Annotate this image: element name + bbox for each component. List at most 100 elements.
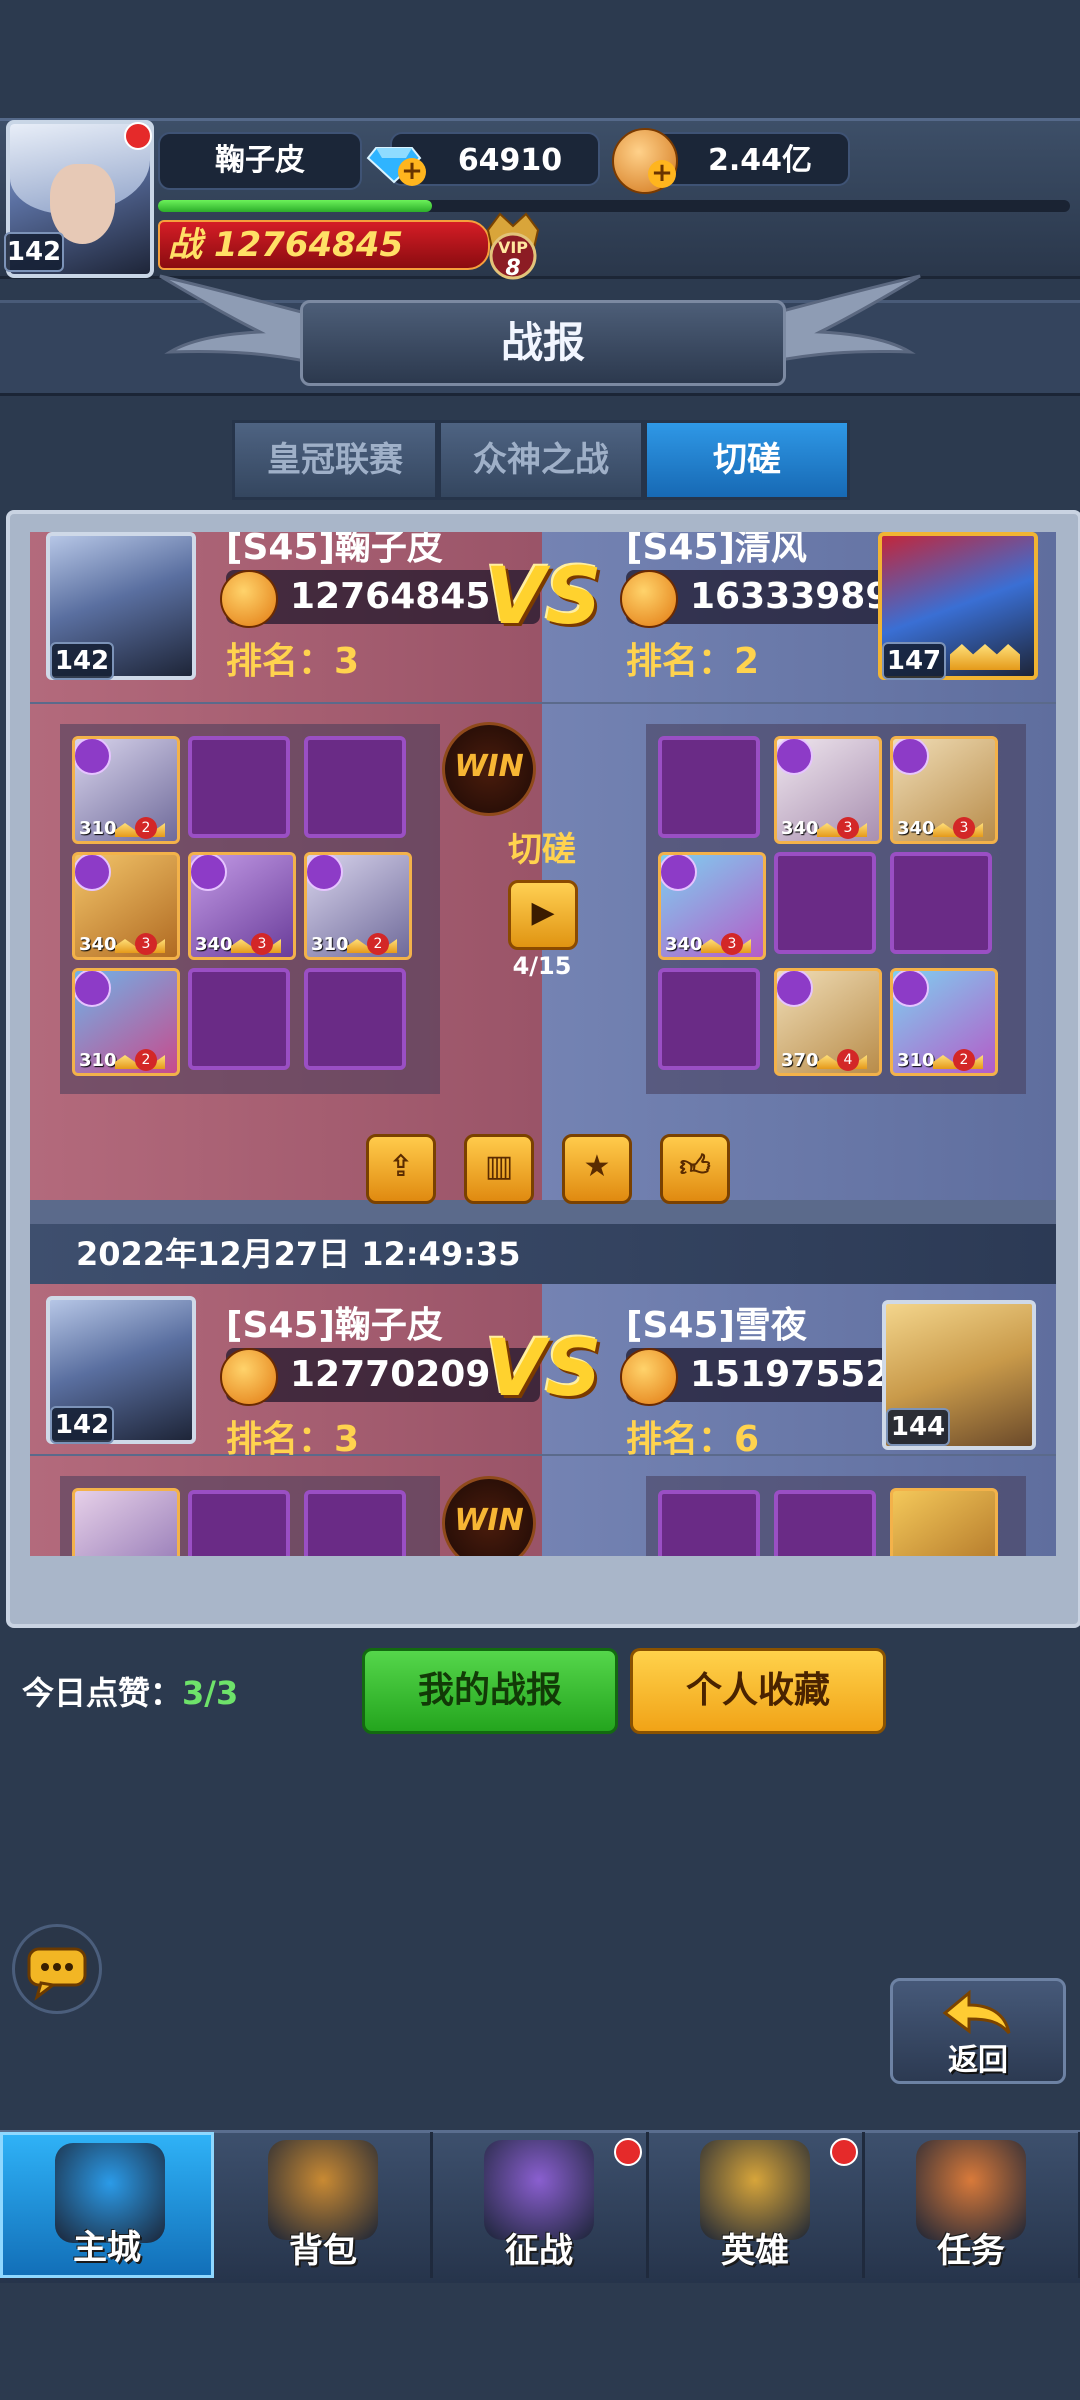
empty-slot <box>304 736 406 838</box>
power-value: 12764845 <box>213 225 404 265</box>
battle2-right-rank: 排名：6 <box>626 1419 760 1460</box>
hero-star-count: 3 <box>953 817 975 839</box>
tab-gods-war[interactable]: 众神之战 <box>438 420 644 500</box>
hero-star-count: 4 <box>837 1049 859 1071</box>
battle1-right-rank: 排名：2 <box>626 641 760 682</box>
hero-level: 310 <box>79 818 117 839</box>
hero-level: 340 <box>781 818 819 839</box>
nav-label: 征战 <box>505 2231 573 2271</box>
nav-castle[interactable]: 主城 <box>0 2132 214 2278</box>
hero-slot[interactable]: 370 4 <box>774 968 882 1076</box>
report-list[interactable]: 142 [S45]鞠子皮 12764845 排名：3 VS [S45]清风 16… <box>30 532 1056 1556</box>
vip-badge[interactable]: VIP 8 <box>480 208 546 284</box>
hero-level: 340 <box>79 934 117 955</box>
hero-slot[interactable]: 340 3 <box>658 852 766 960</box>
hero-slot[interactable]: 310 2 <box>890 968 998 1076</box>
empty-slot <box>658 736 760 838</box>
battle1-left-level: 142 <box>50 642 114 680</box>
nav-label: 主城 <box>73 2228 141 2268</box>
vip-label: VIP <box>497 238 529 257</box>
page-title: 战报 <box>300 300 786 386</box>
likes-label: 今日点赞： <box>22 1674 183 1712</box>
battle1-right-lineup: 340 3 340 3 340 3 370 4 310 2 <box>646 724 1026 1094</box>
replay-button[interactable]: ▶︎ <box>508 880 578 950</box>
nav-scroll[interactable]: 任务 <box>864 2132 1080 2278</box>
hero-star-count: 3 <box>837 817 859 839</box>
faction-icon <box>75 855 111 891</box>
my-reports-button[interactable]: 我的战报 <box>362 1648 618 1734</box>
notification-dot <box>614 2138 642 2166</box>
fist-icon <box>220 1348 278 1406</box>
gold-value: 2.44亿 <box>707 143 813 178</box>
hero-slot[interactable]: 310 2 <box>72 736 180 844</box>
empty-slot <box>658 968 760 1070</box>
tab-spar[interactable]: 切磋 <box>644 420 850 500</box>
hero-level: 370 <box>781 1050 819 1071</box>
likes-counter: 今日点赞：3/3 <box>22 1668 238 1714</box>
hero-slot[interactable]: 340 3 <box>72 852 180 960</box>
empty-slot <box>188 736 290 838</box>
battle2-left-rank: 排名：3 <box>226 1419 360 1460</box>
hero-slot[interactable] <box>890 1488 998 1556</box>
vip-level: 8 <box>505 256 521 281</box>
like-button[interactable]: 👍︎ <box>660 1134 730 1204</box>
empty-slot <box>890 852 992 954</box>
battle1-right-name: [S45]清风 <box>626 532 807 568</box>
hero-slot[interactable]: 340 3 <box>774 736 882 844</box>
empty-slot <box>304 968 406 1070</box>
battle1-left-rank: 排名：3 <box>226 641 360 682</box>
share-button[interactable]: ⇪ <box>366 1134 436 1204</box>
fist-icon <box>620 570 678 628</box>
favorites-button[interactable]: 个人收藏 <box>630 1648 886 1734</box>
nav-chest[interactable]: 背包 <box>216 2132 433 2278</box>
hero-level: 340 <box>195 934 233 955</box>
battle2-right-lineup <box>646 1476 1026 1556</box>
empty-slot <box>188 968 290 1070</box>
hero-slot[interactable]: 340 3 <box>890 736 998 844</box>
hero-slot[interactable]: 310 2 <box>72 968 180 1076</box>
battle1-left-lineup: 310 2 340 3 340 3 310 2 310 2 <box>60 724 440 1094</box>
battle1-right-level: 147 <box>882 642 946 680</box>
fist-icon <box>220 570 278 628</box>
nav-label: 任务 <box>937 2231 1005 2271</box>
chat-button[interactable] <box>12 1924 102 2014</box>
battle1-left-name: [S45]鞠子皮 <box>226 532 443 568</box>
nav-portal[interactable]: 征战 <box>432 2132 649 2278</box>
star-rating-icon <box>950 644 1020 670</box>
avatar-notification-dot <box>124 122 152 150</box>
hero-star-count: 2 <box>135 817 157 839</box>
return-label: 返回 <box>948 2043 1008 2078</box>
hero-star-count: 2 <box>367 933 389 955</box>
empty-slot <box>188 1490 290 1556</box>
battle2-right-name: [S45]雪夜 <box>626 1305 807 1346</box>
faction-icon <box>191 855 227 891</box>
empty-slot <box>304 1490 406 1556</box>
tab-crown-league[interactable]: 皇冠联赛 <box>232 420 438 500</box>
nav-label: 英雄 <box>721 2231 789 2271</box>
favorite-button[interactable]: ★ <box>562 1134 632 1204</box>
hero-level: 340 <box>665 934 703 955</box>
hero-slot[interactable]: 340 3 <box>188 852 296 960</box>
hero-star-count: 2 <box>953 1049 975 1071</box>
hero-level: 340 <box>897 818 935 839</box>
battle2-left-name: [S45]鞠子皮 <box>226 1305 443 1346</box>
add-gold-icon[interactable]: + <box>648 160 676 188</box>
hero-slot[interactable]: 310 2 <box>304 852 412 960</box>
empty-slot <box>774 1490 876 1556</box>
faction-icon <box>893 971 929 1007</box>
add-diamond-icon[interactable]: + <box>398 158 426 186</box>
empty-slot <box>658 1490 760 1556</box>
hero-slot[interactable] <box>72 1488 180 1556</box>
return-button[interactable]: 返回 <box>890 1978 1066 2084</box>
battle2-left-level: 142 <box>50 1406 114 1444</box>
faction-icon <box>777 739 813 775</box>
faction-icon <box>75 971 111 1007</box>
hero-star-count: 3 <box>251 933 273 955</box>
exp-bar <box>158 200 1070 212</box>
stats-button[interactable]: ▥ <box>464 1134 534 1204</box>
player-level: 142 <box>4 232 64 272</box>
player-name[interactable]: 鞠子皮 <box>158 132 362 190</box>
nav-helmet[interactable]: 英雄 <box>648 2132 865 2278</box>
battle2-date: 2022年12月27日 12:49:35 <box>76 1235 521 1273</box>
nav-label: 背包 <box>289 2231 357 2271</box>
